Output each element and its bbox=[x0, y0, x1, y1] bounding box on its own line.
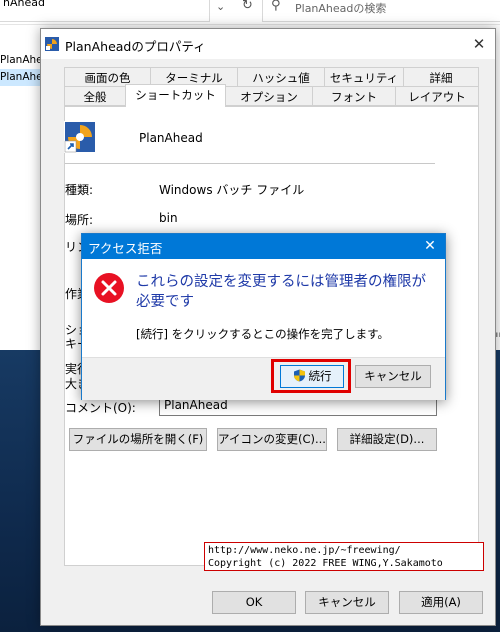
tab-font[interactable]: フォント bbox=[312, 86, 396, 106]
open-file-location-button[interactable]: ファイルの場所を開く(F) bbox=[69, 428, 207, 451]
close-icon[interactable]: ✕ bbox=[418, 236, 442, 257]
divider bbox=[65, 163, 435, 164]
tab-shortcut[interactable]: ショートカット bbox=[125, 84, 226, 107]
tab-general[interactable]: 全般 bbox=[64, 86, 126, 106]
dialog-title-bar[interactable]: アクセス拒否 ✕ bbox=[82, 234, 445, 259]
change-icon-button[interactable]: アイコンの変更(C)... bbox=[217, 428, 327, 451]
app-icon bbox=[45, 37, 59, 51]
app-name: PlanAhead bbox=[139, 131, 203, 145]
apply-button[interactable]: 適用(A) bbox=[399, 591, 483, 614]
watermark-url: http://www.neko.ne.jp/~freewing/ bbox=[208, 545, 401, 556]
refresh-icon[interactable]: ↻ bbox=[242, 0, 262, 18]
properties-title-bar[interactable]: PlanAheadのプロパティ ✕ bbox=[41, 29, 495, 59]
dialog-cancel-button[interactable]: キャンセル bbox=[355, 365, 431, 388]
list-item-selected[interactable]: PlanAhead bbox=[0, 69, 42, 86]
location-value: bin bbox=[159, 211, 178, 225]
tab-hash[interactable]: ハッシュ値 bbox=[237, 67, 325, 87]
dialog-message: これらの設定を変更するには管理者の権限が必要です bbox=[136, 274, 426, 310]
close-icon[interactable]: ✕ bbox=[467, 33, 491, 55]
search-placeholder: PlanAheadの検索 bbox=[295, 2, 387, 15]
watermark-copyright: Copyright (c) 2022 FREE WING,Y.Sakamoto bbox=[208, 558, 443, 569]
tab-security[interactable]: セキュリティ bbox=[324, 67, 404, 87]
cancel-button[interactable]: キャンセル bbox=[305, 591, 389, 614]
ok-button[interactable]: OK bbox=[212, 591, 296, 614]
dialog-sub-message: [続行] をクリックするとこの操作を完了します。 bbox=[136, 327, 389, 341]
copyright-watermark: http://www.neko.ne.jp/~freewing/ Copyrig… bbox=[204, 542, 484, 571]
explorer-address-bar: nAhead ⌄ ↻ ⚲ PlanAheadの検索 bbox=[0, 0, 500, 25]
tab-layout[interactable]: レイアウト bbox=[395, 86, 479, 106]
type-label: 種類: bbox=[65, 183, 94, 197]
search-icon: ⚲ bbox=[271, 0, 281, 13]
location-label: 場所: bbox=[65, 213, 94, 227]
address-text: nAhead bbox=[3, 0, 45, 9]
address-box[interactable]: nAhead bbox=[0, 0, 210, 22]
tab-details[interactable]: 詳細 bbox=[403, 67, 479, 87]
type-value: Windows バッチ ファイル bbox=[159, 183, 305, 197]
planahead-icon bbox=[64, 121, 96, 153]
chevron-down-icon[interactable]: ⌄ bbox=[216, 0, 232, 18]
dialog-title: アクセス拒否 bbox=[88, 241, 163, 256]
explorer-file-list: PlanAhead PlanAhead bbox=[0, 52, 42, 86]
access-denied-dialog: アクセス拒否 ✕ これらの設定を変更するには管理者の権限が必要です [続行] を… bbox=[81, 233, 446, 400]
search-input[interactable]: ⚲ PlanAheadの検索 bbox=[262, 0, 500, 22]
comment-value: PlanAhead bbox=[164, 398, 228, 412]
highlight-frame bbox=[271, 359, 351, 393]
advanced-settings-button[interactable]: 詳細設定(D)... bbox=[337, 428, 437, 451]
tab-options[interactable]: オプション bbox=[225, 86, 313, 106]
error-icon bbox=[94, 273, 124, 303]
comment-label: コメント(O): bbox=[65, 401, 136, 415]
window-title: PlanAheadのプロパティ bbox=[65, 39, 206, 54]
list-item[interactable]: PlanAhead bbox=[0, 52, 42, 69]
